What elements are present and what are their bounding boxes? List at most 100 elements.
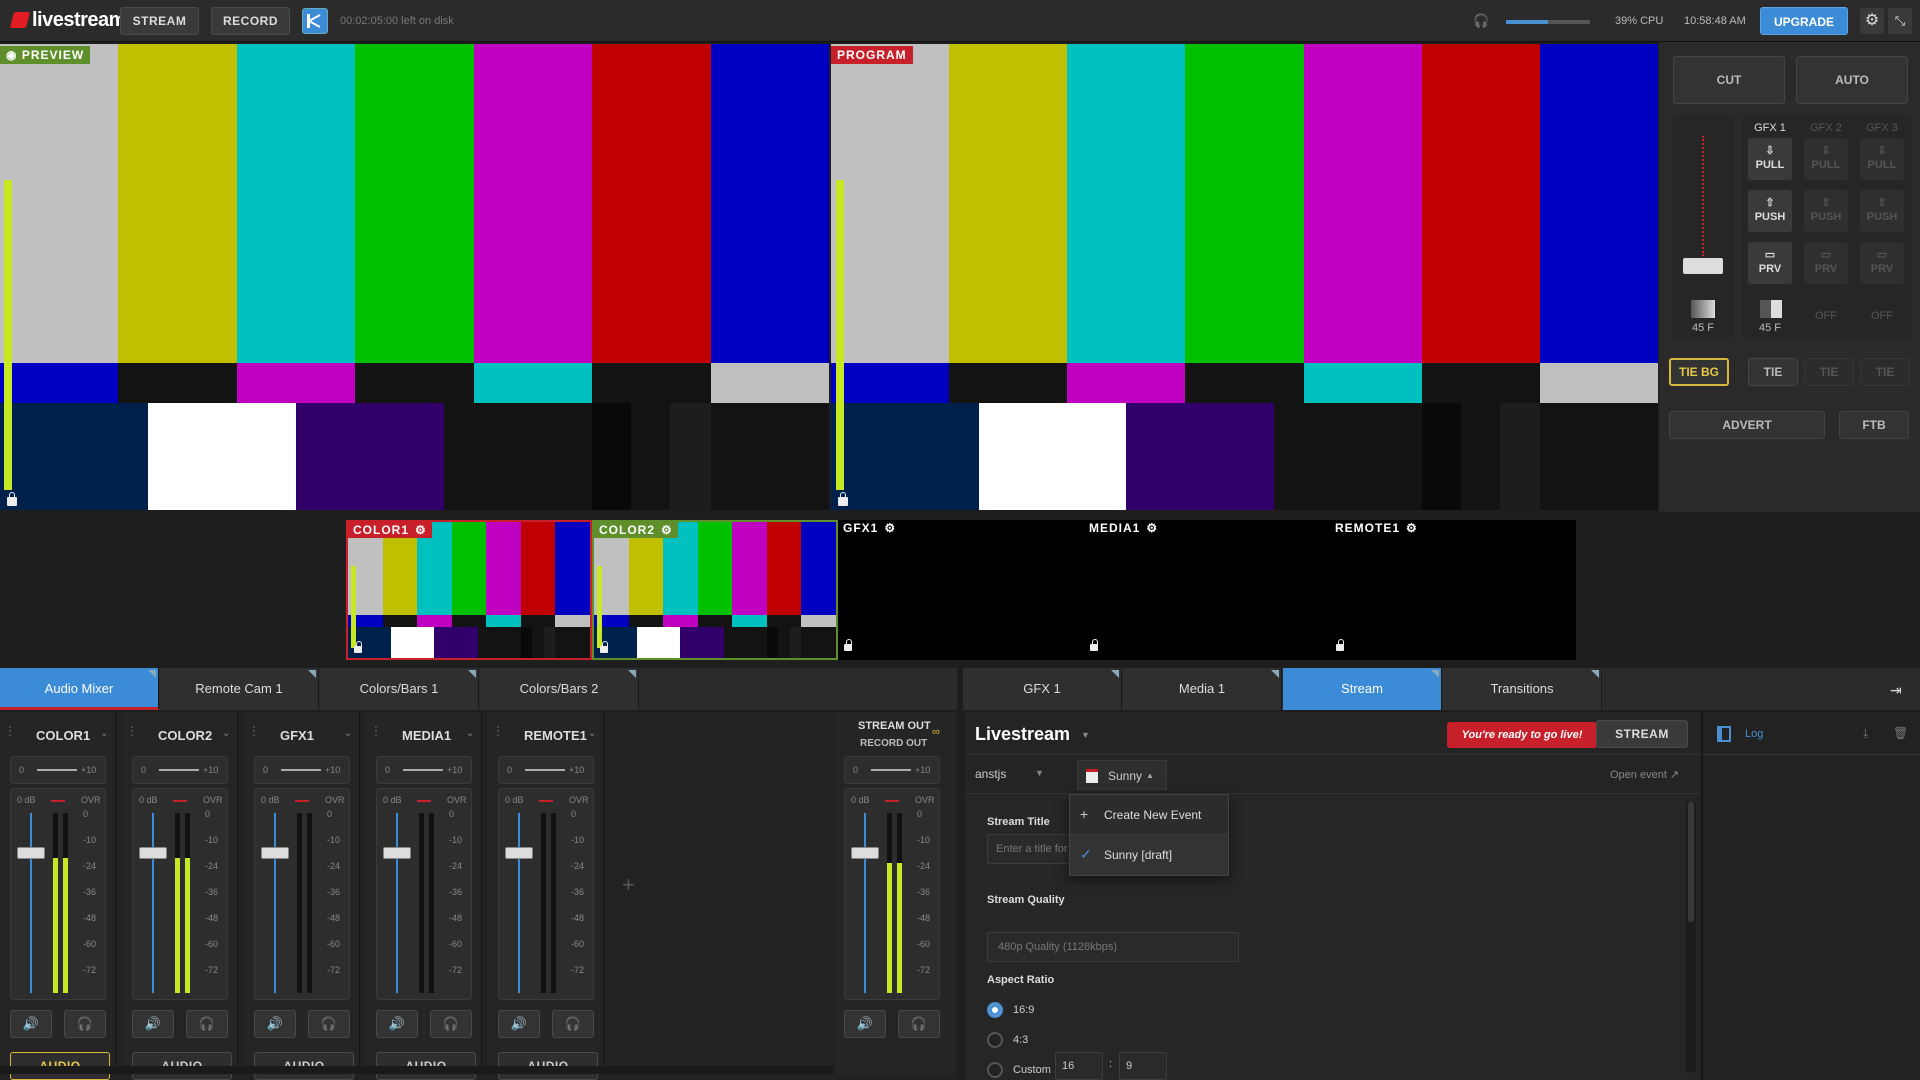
- custom-width-input[interactable]: 16: [1055, 1052, 1103, 1080]
- source-thumbnail[interactable]: GFX1 ⚙: [838, 520, 1084, 660]
- pan-control[interactable]: 0 +10: [844, 756, 940, 784]
- aspect-radio[interactable]: [987, 1032, 1003, 1048]
- gfx-push-button[interactable]: ⇧ PUSH: [1804, 190, 1848, 232]
- trash-icon[interactable]: 🗑: [1893, 726, 1908, 740]
- gfx-preview-button[interactable]: ▭ PRV: [1804, 242, 1848, 284]
- t-bar-handle[interactable]: [1683, 258, 1723, 274]
- headphones-icon[interactable]: 🎧: [1473, 13, 1489, 29]
- gfx-duration[interactable]: OFF: [1804, 310, 1848, 322]
- channel-menu-chevron-icon[interactable]: ⌄: [588, 728, 596, 739]
- mute-speaker-button[interactable]: 🔊: [376, 1010, 418, 1038]
- program-monitor[interactable]: [831, 44, 1658, 510]
- gfx-pull-button[interactable]: ⇩ PULL: [1860, 138, 1904, 180]
- select-event-item[interactable]: ✓ Sunny [draft]: [1070, 835, 1228, 875]
- log-label[interactable]: Log: [1745, 728, 1763, 740]
- program-lock-icon[interactable]: [838, 492, 848, 506]
- aspect-radio[interactable]: [987, 1002, 1003, 1018]
- upgrade-button[interactable]: UPGRADE: [1760, 7, 1848, 35]
- thumbnail-lock-icon[interactable]: [1090, 639, 1098, 651]
- right-panel-tab[interactable]: GFX 1: [963, 668, 1122, 710]
- preview-lock-icon[interactable]: [7, 492, 17, 506]
- fader-handle[interactable]: [261, 847, 289, 859]
- chevron-down-icon[interactable]: ▼: [1081, 730, 1090, 740]
- thumbnail-lock-icon[interactable]: [600, 641, 608, 653]
- channel-menu-chevron-icon[interactable]: ⌄: [466, 728, 474, 739]
- settings-gear-icon[interactable]: ⚙: [1860, 8, 1884, 34]
- tie-bg-button[interactable]: TIE BG: [1669, 358, 1729, 386]
- mixer-horizontal-scrollbar[interactable]: [0, 1066, 834, 1074]
- stream-provider-title[interactable]: Livestream: [975, 724, 1070, 745]
- monitor-headphones-button[interactable]: 🎧: [898, 1010, 940, 1038]
- auto-button[interactable]: AUTO: [1796, 56, 1908, 104]
- left-panel-tab[interactable]: Remote Cam 1: [160, 668, 319, 710]
- left-panel-tab[interactable]: Audio Mixer: [0, 668, 159, 710]
- cut-button[interactable]: CUT: [1673, 56, 1785, 104]
- gfx-pull-button[interactable]: ⇩ PULL: [1804, 138, 1848, 180]
- fader-handle[interactable]: [383, 847, 411, 859]
- left-panel-tab[interactable]: Colors/Bars 1: [320, 668, 479, 710]
- monitor-headphones-button[interactable]: 🎧: [186, 1010, 228, 1038]
- fader-handle[interactable]: [17, 847, 45, 859]
- source-settings-gear-icon[interactable]: ⚙: [1146, 521, 1158, 535]
- thumbnail-lock-icon[interactable]: [354, 641, 362, 653]
- source-thumbnail[interactable]: COLOR1 ⚙: [346, 520, 592, 660]
- record-button[interactable]: RECORD: [211, 7, 290, 35]
- pan-control[interactable]: 0 +10: [10, 756, 106, 784]
- tie-button[interactable]: TIE: [1860, 358, 1910, 386]
- source-thumbnail[interactable]: MEDIA1 ⚙: [1084, 520, 1330, 660]
- ftb-button[interactable]: FTB: [1839, 411, 1909, 439]
- pan-control[interactable]: 0 +10: [132, 756, 228, 784]
- mute-speaker-button[interactable]: 🔊: [132, 1010, 174, 1038]
- grip-icon[interactable]: ⋮: [370, 724, 382, 738]
- mute-speaker-button[interactable]: 🔊: [498, 1010, 540, 1038]
- mute-speaker-button[interactable]: 🔊: [844, 1010, 886, 1038]
- thumbnail-lock-icon[interactable]: [1336, 639, 1344, 651]
- account-select[interactable]: anstjs: [975, 767, 1006, 781]
- grip-icon[interactable]: ⋮: [248, 724, 260, 738]
- channel-menu-chevron-icon[interactable]: ⌄: [344, 728, 352, 739]
- bg-duration[interactable]: 45 F: [1673, 322, 1733, 334]
- gfx-preview-button[interactable]: ▭ PRV: [1748, 242, 1792, 284]
- share-toggle-button[interactable]: [302, 8, 328, 34]
- mute-speaker-button[interactable]: 🔊: [10, 1010, 52, 1038]
- event-select[interactable]: Sunny ▲: [1077, 760, 1167, 790]
- grip-icon[interactable]: ⋮: [126, 724, 138, 738]
- pan-control[interactable]: 0 +10: [376, 756, 472, 784]
- right-panel-tab[interactable]: Transitions: [1443, 668, 1602, 710]
- gfx-push-button[interactable]: ⇧ PUSH: [1748, 190, 1792, 232]
- create-new-event-item[interactable]: + Create New Event: [1070, 795, 1228, 835]
- right-panel-tab[interactable]: Stream: [1283, 668, 1442, 710]
- aspect-radio[interactable]: [987, 1062, 1003, 1078]
- stream-panel-scrollbar[interactable]: [1686, 802, 1696, 1072]
- monitor-headphones-button[interactable]: 🎧: [64, 1010, 106, 1038]
- collapse-panel-icon[interactable]: ⇥: [1890, 682, 1902, 699]
- thumbnail-lock-icon[interactable]: [844, 639, 852, 651]
- source-settings-gear-icon[interactable]: ⚙: [415, 523, 427, 537]
- gfx-push-button[interactable]: ⇧ PUSH: [1860, 190, 1904, 232]
- mute-speaker-button[interactable]: 🔊: [254, 1010, 296, 1038]
- gfx-duration[interactable]: 45 F: [1748, 322, 1792, 334]
- channel-menu-chevron-icon[interactable]: ⌄: [222, 728, 230, 739]
- monitor-headphones-button[interactable]: 🎧: [430, 1010, 472, 1038]
- stream-button[interactable]: STREAM: [120, 7, 199, 35]
- add-channel-button[interactable]: +: [622, 872, 635, 898]
- grip-icon[interactable]: ⋮: [4, 724, 16, 738]
- source-thumbnail[interactable]: REMOTE1 ⚙: [1330, 520, 1576, 660]
- left-panel-tab[interactable]: Colors/Bars 2: [480, 668, 639, 710]
- volume-slider[interactable]: [1506, 20, 1590, 24]
- source-settings-gear-icon[interactable]: ⚙: [884, 521, 896, 535]
- source-settings-gear-icon[interactable]: ⚙: [661, 523, 673, 537]
- preview-monitor[interactable]: [0, 44, 829, 510]
- stream-go-live-button[interactable]: STREAM: [1596, 720, 1688, 748]
- source-settings-gear-icon[interactable]: ⚙: [1406, 521, 1418, 535]
- account-chevron-icon[interactable]: ▼: [1035, 768, 1044, 778]
- advert-button[interactable]: ADVERT: [1669, 411, 1825, 439]
- scrollbar-thumb[interactable]: [1688, 802, 1694, 922]
- custom-height-input[interactable]: 9: [1119, 1052, 1167, 1080]
- pan-control[interactable]: 0 +10: [498, 756, 594, 784]
- source-thumbnail[interactable]: COLOR2 ⚙: [592, 520, 838, 660]
- channel-menu-chevron-icon[interactable]: ⌄: [100, 728, 108, 739]
- gfx-duration[interactable]: OFF: [1860, 310, 1904, 322]
- monitor-headphones-button[interactable]: 🎧: [552, 1010, 594, 1038]
- gfx-pull-button[interactable]: ⇩ PULL: [1748, 138, 1792, 180]
